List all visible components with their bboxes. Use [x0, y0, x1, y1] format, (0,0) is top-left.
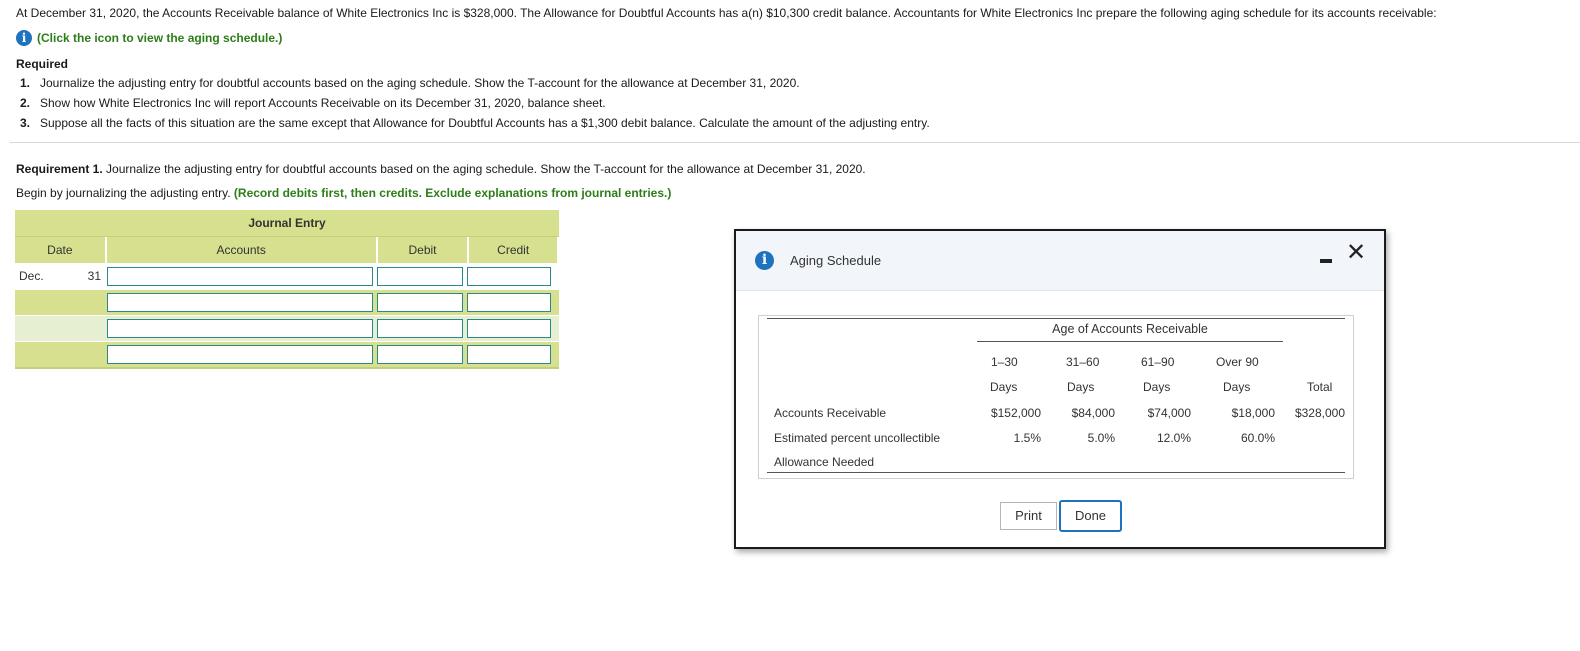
cell-value: 1.5%	[1013, 431, 1041, 445]
date-cell	[15, 342, 105, 367]
cell-value: $74,000	[1147, 406, 1191, 420]
required-list: 1. Journalize the adjusting entry for dou…	[20, 76, 930, 136]
account-input[interactable]	[107, 293, 373, 312]
journal-row	[15, 341, 559, 367]
col-header: Days	[990, 380, 1018, 394]
required-item: 2. Show how White Electronics Inc will re…	[20, 96, 606, 110]
journal-row	[15, 289, 559, 315]
col-header: Days	[1143, 380, 1171, 394]
credit-input[interactable]	[467, 293, 551, 312]
credit-input[interactable]	[467, 345, 551, 364]
date-cell: Dec. 31	[19, 269, 101, 283]
cell-value: $84,000	[1071, 406, 1115, 420]
col-header: Total	[1307, 380, 1333, 394]
row-label: Estimated percent uncollectible	[774, 431, 941, 445]
journal-row: Dec. 31	[15, 263, 559, 289]
credit-input[interactable]	[467, 319, 551, 338]
debit-header: Debit	[378, 237, 470, 263]
dialog-title: Aging Schedule	[790, 253, 882, 268]
section-divider	[10, 142, 1580, 143]
date-cell	[15, 316, 105, 341]
info-icon[interactable]: i	[16, 30, 32, 46]
date-header: Date	[15, 237, 107, 263]
journal-entry-table: Journal Entry Date Accounts Debit Credit…	[15, 210, 560, 369]
cell-value: $18,000	[1231, 406, 1275, 420]
cell-value: $328,000	[1294, 406, 1345, 420]
credit-input[interactable]	[467, 267, 551, 286]
requirement-1-text: Requirement 1. Journalize the adjusting …	[16, 162, 866, 176]
required-item: 1. Journalize the adjusting entry for dou…	[20, 76, 800, 90]
col-header: 31–60	[1066, 355, 1100, 369]
cell-value: $152,000	[990, 406, 1041, 420]
journal-header-row: Date Accounts Debit Credit	[15, 236, 560, 263]
debit-input[interactable]	[377, 319, 463, 338]
cell-value: 5.0%	[1087, 431, 1115, 445]
aging-schedule-link-line[interactable]: i (Click the icon to view the aging sche…	[16, 30, 282, 46]
row-label: Accounts Receivable	[774, 406, 887, 420]
required-heading: Required	[16, 57, 69, 71]
col-header: 1–30	[991, 355, 1018, 369]
aging-schedule-link[interactable]: (Click the icon to view the aging schedu…	[37, 31, 282, 45]
info-icon: i	[755, 251, 774, 270]
col-header: 61–90	[1141, 355, 1175, 369]
credit-header: Credit	[469, 237, 560, 263]
row-label: Allowance Needed	[774, 455, 875, 469]
col-header: Days	[1067, 380, 1095, 394]
col-header: Over 90	[1216, 355, 1259, 369]
problem-intro: At December 31, 2020, the Accounts Recei…	[16, 6, 1437, 20]
col-header: Days	[1223, 380, 1251, 394]
debit-input[interactable]	[377, 267, 463, 286]
close-icon[interactable]: ✕	[1346, 239, 1366, 265]
begin-instruction: Begin by journalizing the adjusting entr…	[16, 186, 672, 200]
accounts-header: Accounts	[107, 237, 378, 263]
account-input[interactable]	[107, 319, 373, 338]
cell-value: 60.0%	[1240, 431, 1275, 445]
minimize-icon[interactable]	[1320, 252, 1332, 264]
done-button[interactable]: Done	[1059, 500, 1122, 532]
debit-input[interactable]	[377, 345, 463, 364]
account-input[interactable]	[107, 345, 373, 364]
required-item: 3. Suppose all the facts of this situatio…	[20, 116, 930, 130]
dialog-header: i Aging Schedule ✕	[736, 231, 1384, 291]
journal-row	[15, 315, 559, 341]
journal-title: Journal Entry	[15, 210, 559, 236]
aging-schedule-table: Age of Accounts Receivable 1–30 31–60 61…	[758, 315, 1354, 479]
cell-value: 12.0%	[1156, 431, 1191, 445]
date-cell	[15, 290, 105, 315]
journal-bottom-border	[15, 367, 559, 369]
print-button[interactable]: Print	[1000, 502, 1057, 530]
aging-schedule-dialog: i Aging Schedule ✕ Age of Accounts Recei…	[734, 229, 1386, 549]
age-heading: Age of Accounts Receivable	[1052, 322, 1208, 336]
account-input[interactable]	[107, 267, 373, 286]
debit-input[interactable]	[377, 293, 463, 312]
